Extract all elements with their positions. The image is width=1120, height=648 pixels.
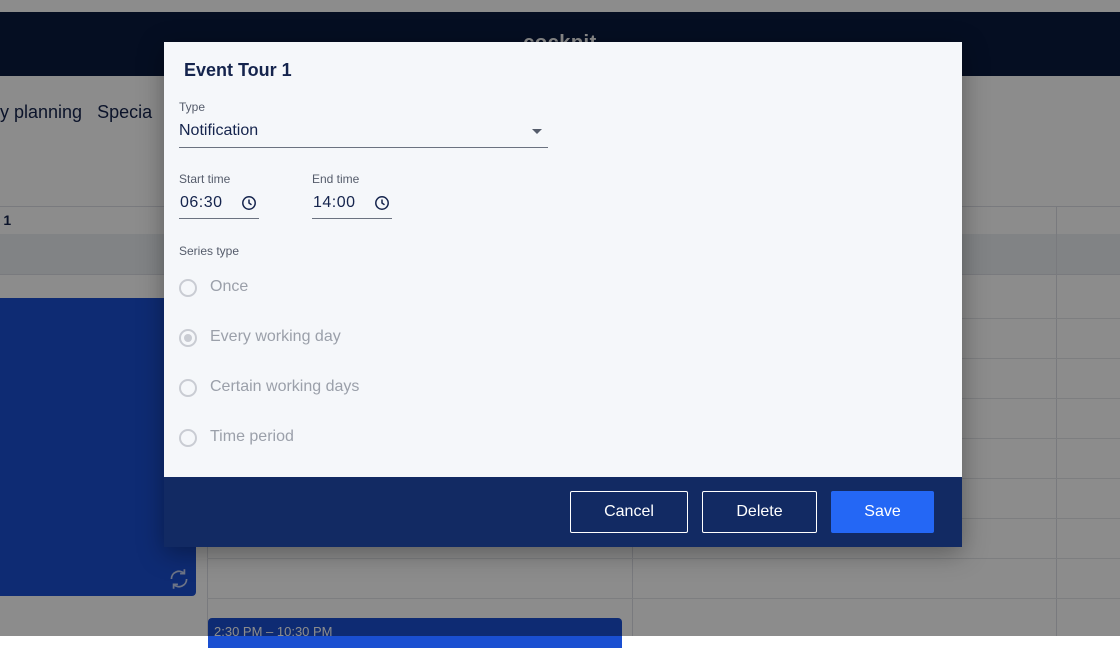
radio-circle[interactable] xyxy=(179,429,197,447)
type-value: Notification xyxy=(179,122,259,139)
delete-button[interactable]: Delete xyxy=(702,491,817,533)
start-time-value: 06:30 xyxy=(180,194,223,211)
clock-icon[interactable] xyxy=(374,195,390,211)
save-button[interactable]: Save xyxy=(831,491,934,533)
radio-label: Certain working days xyxy=(210,378,360,395)
radio-circle[interactable] xyxy=(179,329,197,347)
end-time-label: End time xyxy=(312,172,360,186)
dialog-title: Event Tour 1 xyxy=(184,60,292,80)
radio-label: Every working day xyxy=(210,328,341,345)
dialog-footer: Cancel Delete Save xyxy=(164,477,962,547)
radio-circle[interactable] xyxy=(179,279,197,297)
radio-circle[interactable] xyxy=(179,379,197,397)
event-dialog: Event Tour 1 Type Notification Start tim… xyxy=(164,42,962,547)
clock-icon[interactable] xyxy=(241,195,257,211)
end-time-input[interactable]: 14:00 xyxy=(312,192,392,219)
type-select[interactable]: Notification xyxy=(179,120,548,148)
series-type-label: Series type xyxy=(179,244,240,258)
radio-label: Once xyxy=(210,278,249,295)
type-label: Type xyxy=(179,100,206,114)
radio-label: Time period xyxy=(210,428,294,445)
start-time-label: Start time xyxy=(179,172,231,186)
start-time-input[interactable]: 06:30 xyxy=(179,192,259,219)
cancel-button[interactable]: Cancel xyxy=(570,491,688,533)
end-time-value: 14:00 xyxy=(313,194,356,211)
chevron-down-icon xyxy=(532,129,542,134)
